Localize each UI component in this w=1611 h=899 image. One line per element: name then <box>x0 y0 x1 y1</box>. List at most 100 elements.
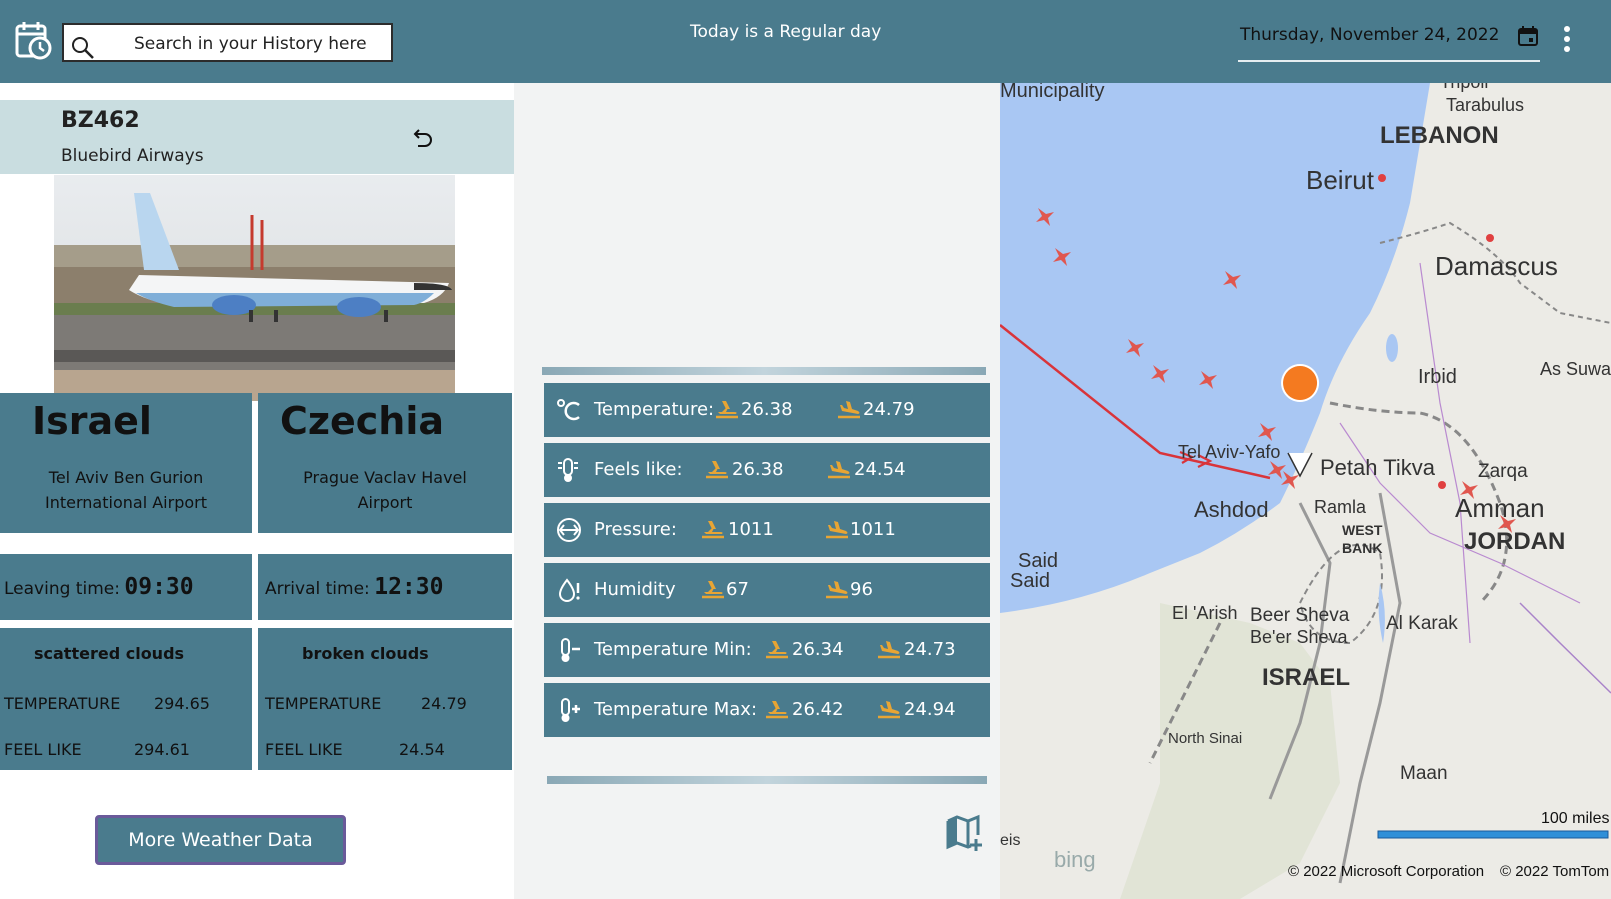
origin-condition: scattered clouds <box>34 644 185 663</box>
flight-details-panel: BZ462 Bluebird Airways Israel Tel Aviv B… <box>0 83 514 899</box>
departure-value: 26.38 <box>732 459 784 480</box>
origin-country: Israel <box>32 399 152 443</box>
arrival-value: 24.54 <box>854 459 906 480</box>
thermometer-minus-icon <box>561 638 580 662</box>
origin-temp-value: 294.65 <box>154 694 210 713</box>
search-icon <box>72 37 94 59</box>
weather-row: Humidity 67 96 <box>544 563 990 617</box>
map-label-al-karak: Al Karak <box>1386 613 1458 634</box>
map-label-petah-tikva: Petah Tikva <box>1320 455 1436 480</box>
leaving-time-row: Leaving time: 09:30 <box>4 574 194 600</box>
flight-code: BZ462 <box>61 108 140 133</box>
location-pin-icon[interactable] <box>1281 364 1320 402</box>
weather-row: Pressure: 1011 1011 <box>544 503 990 557</box>
origin-card: Israel Tel Aviv Ben Gurion International… <box>0 393 252 533</box>
arrival-plane-icon <box>826 581 848 599</box>
destination-airport-line1: Prague Vaclav Havel <box>303 468 467 487</box>
weather-row-label: Feels like: <box>594 459 683 480</box>
destination-card: Czechia Prague Vaclav Havel Airport <box>258 393 512 533</box>
map-label-municipality: Municipality <box>1000 83 1104 102</box>
weather-row-label: Humidity <box>594 579 676 600</box>
map-label-tarabulus: Tarabulus <box>1446 95 1524 115</box>
map-label-north-sinai: North Sinai <box>1168 730 1242 747</box>
humidity-icon <box>558 578 580 602</box>
origin-weather-card: scattered clouds TEMPERATURE 294.65 FEEL… <box>0 628 252 770</box>
arrival-time-card: Arrival time: 12:30 <box>258 554 512 620</box>
weather-row: Temperature Max: 26.42 24.94 <box>544 683 990 737</box>
map-label-amman: Amman <box>1455 493 1545 523</box>
arrival-value: 24.79 <box>863 399 915 420</box>
calendar-icon[interactable] <box>1517 25 1539 47</box>
thermometer-feel-icon <box>558 458 578 482</box>
arrival-plane-icon <box>878 641 900 659</box>
map-attribution-tomtom: © 2022 TomTom <box>1500 863 1609 880</box>
destination-airport: Prague Vaclav Havel Airport <box>258 465 512 515</box>
map-attribution-microsoft: © 2022 Microsoft Corporation <box>1288 863 1484 880</box>
map-scale-bar <box>1377 830 1609 839</box>
map-label-said-1: Said <box>1018 550 1058 572</box>
arrival-value: 24.73 <box>904 639 956 660</box>
destination-country: Czechia <box>280 399 445 443</box>
leaving-time-card: Leaving time: 09:30 <box>0 554 252 620</box>
more-options-icon[interactable] <box>1560 24 1574 54</box>
undo-icon[interactable] <box>410 126 434 150</box>
leaving-time-label: Leaving time: <box>4 579 120 599</box>
bing-logo: bing <box>1054 847 1096 872</box>
arrival-value: 96 <box>850 579 873 600</box>
map-label-ashdod: Ashdod <box>1194 497 1269 522</box>
arrival-time-value: 12:30 <box>374 574 444 600</box>
flight-header: BZ462 Bluebird Airways <box>0 100 514 174</box>
map-label-damascus: Damascus <box>1435 251 1558 281</box>
weather-row: Temperature: 26.38 24.79 <box>544 383 990 437</box>
arrival-time-row: Arrival time: 12:30 <box>265 574 443 600</box>
map-label-el-arish: El 'Arish <box>1172 603 1237 623</box>
calendar-history-icon[interactable] <box>14 20 54 62</box>
search-box[interactable] <box>62 23 393 62</box>
map-label-israel: ISRAEL <box>1262 664 1350 691</box>
arrival-plane-icon <box>826 521 848 539</box>
pressure-gauge-icon <box>557 518 581 542</box>
weather-row: Temperature Min: 26.34 24.73 <box>544 623 990 677</box>
departure-plane-icon <box>716 401 738 419</box>
flight-map[interactable]: Municipality Tripoli Tarabulus LEBANON B… <box>1000 83 1611 899</box>
departure-plane-icon <box>702 581 724 599</box>
destination-feel-label: FEEL LIKE <box>265 740 343 759</box>
aircraft-photo <box>54 175 455 401</box>
departure-plane-icon <box>702 521 724 539</box>
arrival-plane-icon <box>838 401 860 419</box>
date-picker-value[interactable]: Thursday, November 24, 2022 <box>1240 25 1499 45</box>
add-map-icon[interactable] <box>944 813 984 853</box>
destination-feel-value: 24.54 <box>399 740 445 759</box>
map-label-beirut: Beirut <box>1306 165 1375 195</box>
weather-row: Feels like: 26.38 24.54 <box>544 443 990 497</box>
map-canvas[interactable]: Municipality Tripoli Tarabulus LEBANON B… <box>1000 83 1611 899</box>
departure-value: 26.38 <box>741 399 793 420</box>
departure-value: 1011 <box>728 519 774 540</box>
bottom-divider <box>547 776 987 784</box>
airline-name: Bluebird Airways <box>61 146 204 166</box>
map-label-tripoli: Tripoli <box>1440 83 1488 92</box>
map-label-said-2: Said <box>1010 570 1050 592</box>
destination-condition: broken clouds <box>302 644 429 663</box>
map-label-tel-aviv: Tel Aviv-Yafo <box>1178 442 1280 462</box>
arrival-time-label: Arrival time: <box>265 579 370 599</box>
thermometer-plus-icon <box>561 698 580 722</box>
origin-feel-label: FEEL LIKE <box>4 740 82 759</box>
destination-temp-value: 24.79 <box>421 694 467 713</box>
origin-temp-label: TEMPERATURE <box>4 694 121 713</box>
more-weather-data-button[interactable]: More Weather Data <box>95 815 346 865</box>
departure-value: 26.34 <box>792 639 844 660</box>
date-picker-underline <box>1238 60 1540 62</box>
departure-plane-icon <box>766 641 788 659</box>
arrival-plane-icon <box>828 461 850 479</box>
arrival-plane-icon <box>878 701 900 719</box>
destination-weather-card: broken clouds TEMPERATURE 24.79 FEEL LIK… <box>258 628 512 770</box>
map-label-bank: BANK <box>1342 540 1382 556</box>
origin-feel-value: 294.61 <box>134 740 190 759</box>
map-label-irbid: Irbid <box>1418 366 1457 388</box>
origin-airport-line2: International Airport <box>45 493 207 512</box>
search-input[interactable] <box>134 31 384 57</box>
map-label-zarqa: Zarqa <box>1478 461 1528 482</box>
top-bar: Today is a Regular day Thursday, Novembe… <box>0 0 1611 83</box>
map-label-ramla: Ramla <box>1314 497 1367 517</box>
